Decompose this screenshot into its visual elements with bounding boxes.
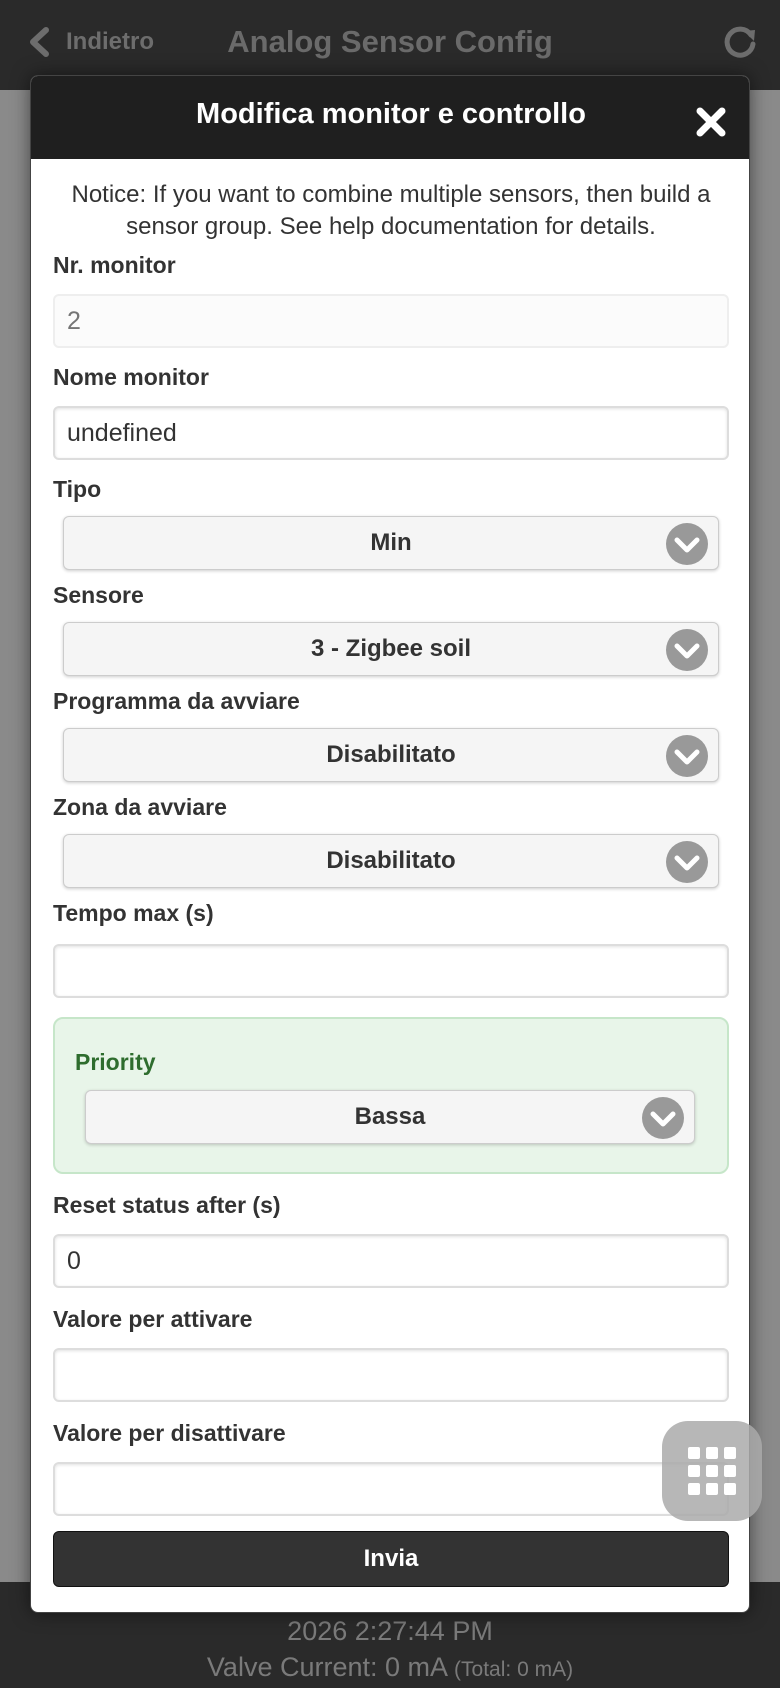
max-time-input[interactable]: [53, 944, 729, 998]
keypad-button[interactable]: [662, 1421, 762, 1521]
sensor-label: Sensore: [53, 582, 144, 608]
dialog-title: Modifica monitor e controllo: [196, 98, 586, 130]
priority-label: Priority: [75, 1049, 156, 1075]
type-label: Tipo: [53, 476, 102, 502]
activate-value-label: Valore per attivare: [53, 1306, 253, 1332]
refresh-icon[interactable]: [720, 22, 760, 62]
priority-selected: Bassa: [354, 1103, 426, 1130]
reset-status-input[interactable]: [53, 1234, 729, 1288]
zone-select[interactable]: Disabilitato: [63, 834, 719, 888]
page-title: Analog Sensor Config: [227, 24, 553, 59]
program-label: Programma da avviare: [53, 688, 300, 714]
monitor-nr-label: Nr. monitor: [53, 252, 176, 278]
reset-status-label: Reset status after (s): [53, 1192, 281, 1218]
deactivate-value-label: Valore per disattivare: [53, 1420, 286, 1446]
type-selected: Min: [370, 529, 412, 556]
program-select[interactable]: Disabilitato: [63, 728, 719, 782]
max-time-label: Tempo max (s): [53, 900, 214, 926]
activate-value-input[interactable]: [53, 1348, 729, 1402]
chevron-down-icon: [666, 735, 708, 777]
notice-text: Notice: If you want to combine multiple …: [71, 181, 711, 240]
priority-select[interactable]: Bassa: [85, 1090, 695, 1144]
valve-current-text: Valve Current: 0 mA: [206, 1652, 447, 1682]
type-select[interactable]: Min: [63, 516, 719, 570]
sensor-select[interactable]: 3 - Zigbee soil: [63, 622, 719, 676]
sensor-selected: 3 - Zigbee soil: [310, 635, 472, 662]
chevron-down-icon: [642, 1097, 684, 1139]
dialog-header: Modifica monitor e controllo: [31, 76, 749, 159]
program-selected: Disabilitato: [326, 741, 456, 768]
footer-time: 2026 2:27:44 PM: [287, 1616, 493, 1646]
chevron-down-icon: [666, 841, 708, 883]
valve-current-total: (Total: 0 mA): [454, 1658, 574, 1681]
monitor-name-input[interactable]: [53, 406, 729, 460]
zone-selected: Disabilitato: [326, 847, 456, 874]
submit-button[interactable]: Invia: [53, 1531, 729, 1587]
deactivate-value-input[interactable]: [53, 1462, 729, 1516]
monitor-name-label: Nome monitor: [53, 364, 209, 390]
monitor-nr-input: [53, 294, 729, 348]
footer-valve-current: Valve Current: 0 mA (Total: 0 mA): [0, 1652, 780, 1683]
priority-group: Priority Bassa: [53, 1017, 729, 1174]
close-icon[interactable]: [695, 106, 727, 138]
grid-icon: [688, 1447, 736, 1495]
chevron-down-icon: [666, 523, 708, 565]
monitor-dialog: Modifica monitor e controllo Notice: If …: [30, 75, 750, 1613]
zone-label: Zona da avviare: [53, 794, 227, 820]
chevron-down-icon: [666, 629, 708, 671]
